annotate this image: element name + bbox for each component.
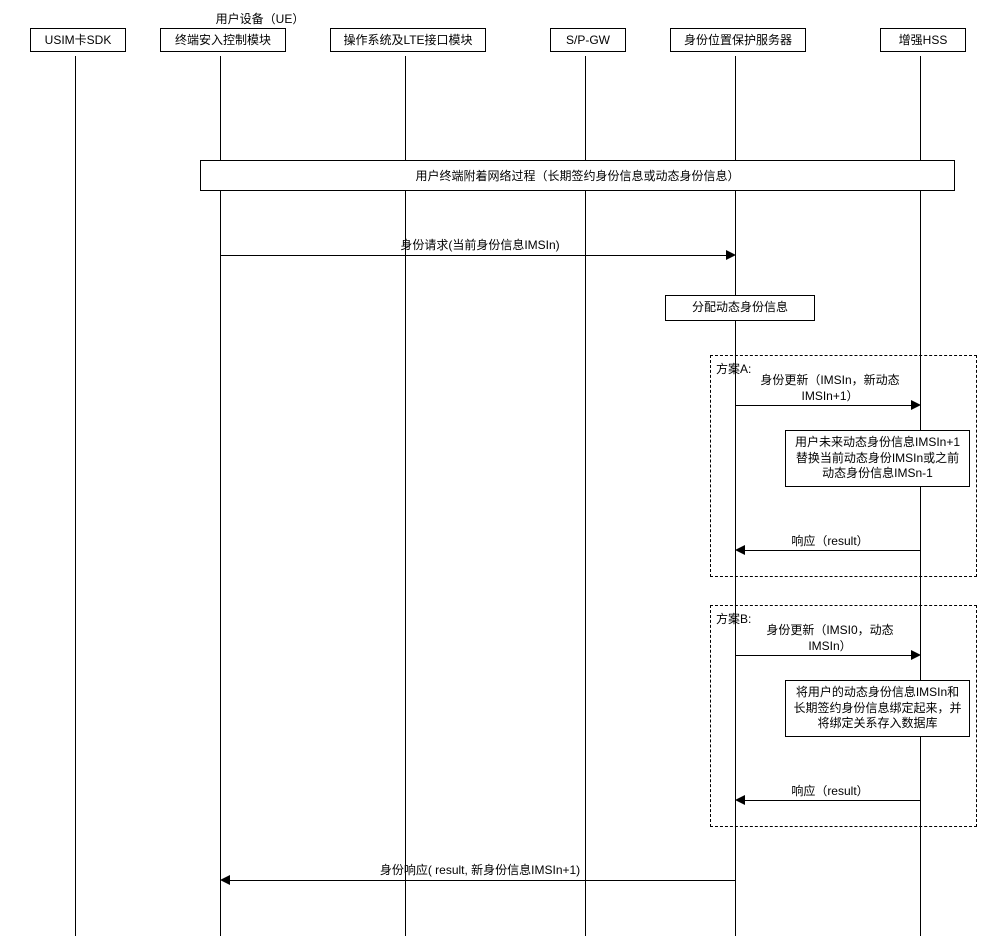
msg-id-response-arrow	[220, 875, 230, 885]
msg-id-request-line	[220, 255, 730, 256]
plan-b-update-arrow	[911, 650, 921, 660]
plan-b-process: 将用户的动态身份信息IMSIn和长期签约身份信息绑定起来，并将绑定关系存入数据库	[785, 680, 970, 737]
actor-access: 终端安入控制模块	[160, 28, 286, 52]
plan-a-resp-label: 响应（result）	[770, 534, 890, 550]
actor-spgw: S/P-GW	[550, 28, 626, 52]
plan-a-update-line	[735, 405, 915, 406]
plan-a-process: 用户未来动态身份信息IMSIn+1替换当前动态身份IMSIn或之前动态身份信息I…	[785, 430, 970, 487]
plan-b-resp-arrow	[735, 795, 745, 805]
plan-a-resp-arrow	[735, 545, 745, 555]
alloc-box: 分配动态身份信息	[665, 295, 815, 321]
ue-group-label: 用户设备（UE）	[70, 10, 450, 27]
sequence-diagram: 用户设备（UE） USIM卡SDK 终端安入控制模块 操作系统及LTE接口模块 …	[10, 10, 990, 937]
msg-id-request-label: 身份请求(当前身份信息IMSIn)	[310, 238, 650, 254]
msg-id-request-arrow	[726, 250, 736, 260]
plan-a-update-label: 身份更新（IMSIn，新动态IMSIn+1）	[750, 373, 910, 404]
plan-a-update-arrow	[911, 400, 921, 410]
plan-a-resp-line	[745, 550, 920, 551]
attach-span: 用户终端附着网络过程（长期签约身份信息或动态身份信息）	[200, 160, 955, 191]
msg-id-response-label: 身份响应( result, 新身份信息IMSIn+1)	[310, 863, 650, 879]
lifeline-usim	[75, 56, 76, 936]
actor-os-lte: 操作系统及LTE接口模块	[330, 28, 486, 52]
plan-b-resp-label: 响应（result）	[770, 784, 890, 800]
actor-id-server: 身份位置保护服务器	[670, 28, 806, 52]
plan-b-resp-line	[745, 800, 920, 801]
actor-hss: 增强HSS	[880, 28, 966, 52]
msg-id-response-line	[230, 880, 735, 881]
actor-usim: USIM卡SDK	[30, 28, 126, 52]
plan-b-label: 方案B:	[716, 610, 751, 627]
plan-b-update-label: 身份更新（IMSI0，动态IMSIn）	[750, 623, 910, 654]
plan-a-label: 方案A:	[716, 360, 751, 377]
plan-b-update-line	[735, 655, 915, 656]
